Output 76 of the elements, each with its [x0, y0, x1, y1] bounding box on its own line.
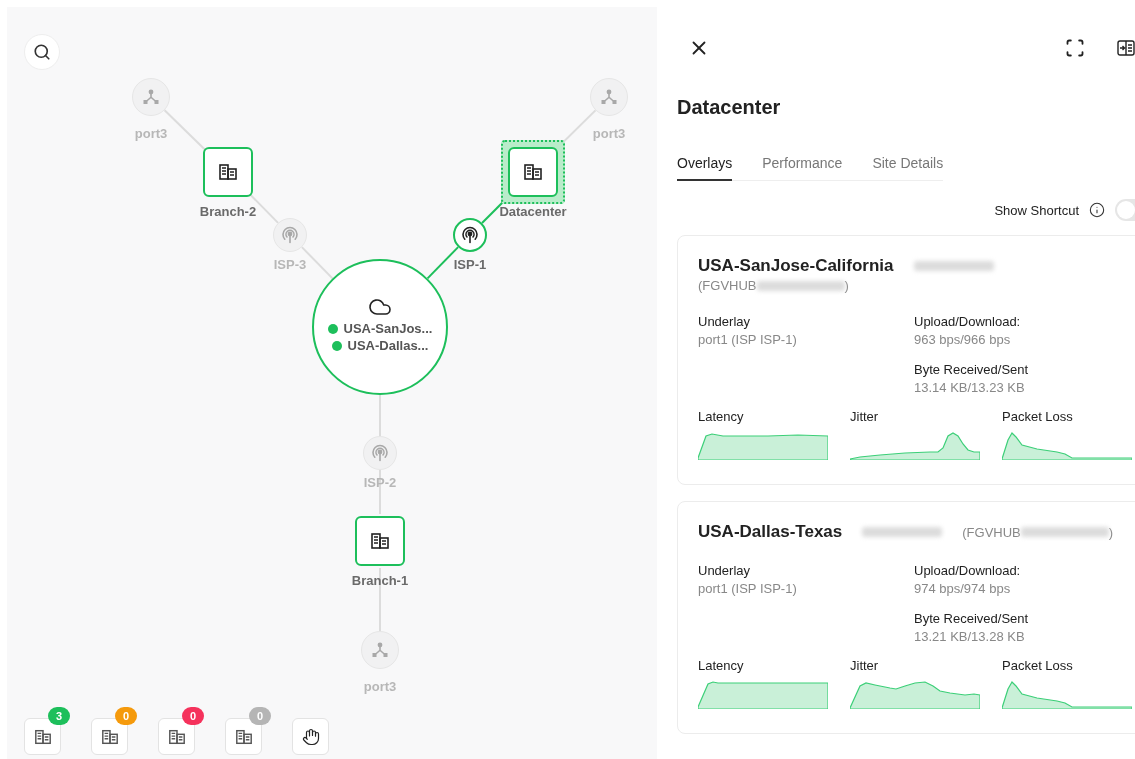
stat-label: Upload/Download:	[914, 313, 1022, 331]
site-filter-button[interactable]	[91, 718, 128, 755]
antenna-icon	[280, 225, 300, 245]
fullscreen-icon	[1065, 38, 1085, 58]
stat-value: port1 (ISP ISP-1)	[698, 331, 798, 349]
port-node[interactable]	[361, 631, 399, 669]
overlay-name: USA-SanJose-California	[698, 256, 894, 276]
site-node[interactable]	[501, 140, 565, 204]
node-label: ISP-1	[453, 257, 487, 272]
fullscreen-button[interactable]	[1065, 38, 1085, 58]
isp-node[interactable]	[453, 218, 487, 252]
site-filter-button[interactable]	[225, 718, 262, 755]
metric-label: Jitter	[850, 409, 880, 424]
side-panel-icon	[1117, 39, 1135, 57]
site-filter-button[interactable]	[158, 718, 195, 755]
info-icon	[1089, 202, 1105, 218]
count-badge: 3	[48, 707, 70, 725]
search-button[interactable]	[24, 34, 60, 70]
stat-label: Byte Received/Sent	[914, 361, 1030, 379]
antenna-icon	[460, 225, 480, 245]
stat-value: 974 bps/974 bps	[914, 580, 1012, 598]
stat-value: 13.21 KB/13.28 KB	[914, 628, 1026, 646]
hub-member: USA-SanJos...	[343, 321, 433, 336]
antenna-icon	[370, 443, 390, 463]
metric-label: Latency	[698, 658, 745, 673]
stat-value: 963 bps/966 bps	[914, 331, 1012, 349]
search-icon	[33, 43, 51, 61]
node-label: port3	[592, 126, 626, 141]
count-badge: 0	[115, 707, 137, 725]
port-node[interactable]	[132, 78, 170, 116]
building-icon	[234, 727, 253, 746]
node-label: Branch-2	[199, 204, 257, 219]
serial-suffix: )	[844, 278, 849, 293]
network-fork-icon	[142, 88, 160, 106]
network-fork-icon	[600, 88, 618, 106]
stat-label: Byte Received/Sent	[914, 610, 1030, 628]
serial-prefix: (FGVHUB	[962, 524, 1021, 540]
hub-node[interactable]: USA-SanJos... USA-Dallas...	[312, 259, 448, 395]
stat-value: port1 (ISP ISP-1)	[698, 580, 798, 598]
pan-button[interactable]	[292, 718, 329, 755]
panel-title: Datacenter	[677, 96, 782, 119]
shortcut-label: Show Shortcut	[994, 202, 1079, 218]
side-panel-button[interactable]	[1117, 39, 1135, 57]
building-icon	[167, 727, 186, 746]
building-icon	[218, 162, 238, 182]
node-label: port3	[134, 126, 168, 141]
node-label: Branch-1	[351, 573, 409, 588]
building-icon	[100, 727, 119, 746]
overlay-name: USA-Dallas-Texas	[698, 522, 843, 542]
network-fork-icon	[371, 641, 389, 659]
building-icon	[523, 162, 543, 182]
count-badge: 0	[182, 707, 204, 725]
hub-member: USA-Dallas...	[347, 338, 429, 353]
node-label: port3	[363, 679, 397, 694]
tab[interactable]: Overlays	[677, 155, 733, 181]
port-node[interactable]	[590, 78, 628, 116]
site-filter-button[interactable]	[24, 718, 61, 755]
node-label: ISP-3	[273, 257, 307, 272]
building-icon	[370, 531, 390, 551]
metric-label: Packet Loss	[1002, 658, 1074, 673]
building-icon	[33, 727, 52, 746]
stat-value: 13.14 KB/13.23 KB	[914, 379, 1026, 397]
stat-label: Underlay	[698, 562, 752, 580]
stat-label: Underlay	[698, 313, 752, 331]
count-badge: 0	[249, 707, 271, 725]
tab[interactable]: Site Details	[872, 155, 944, 181]
stat-label: Upload/Download:	[914, 562, 1022, 580]
serial-suffix: )	[1108, 524, 1114, 540]
hand-icon	[301, 727, 320, 746]
node-label: Datacenter	[499, 204, 567, 219]
metric-label: Latency	[698, 409, 745, 424]
metric-label: Jitter	[850, 658, 880, 673]
node-label: ISP-2	[363, 475, 397, 490]
serial-prefix: (FGVHUB	[698, 278, 757, 293]
tab[interactable]: Performance	[762, 155, 843, 181]
metric-label: Packet Loss	[1002, 409, 1074, 424]
